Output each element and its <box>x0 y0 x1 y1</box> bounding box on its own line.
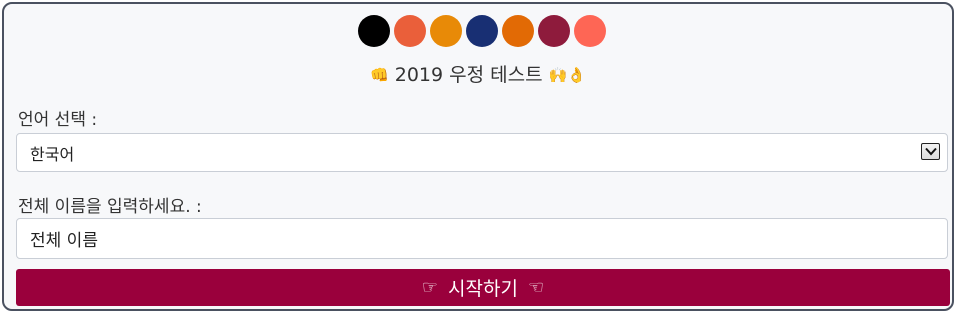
start-button[interactable]: ☞ 시작하기 ☜ <box>16 269 950 306</box>
pointing-left-icon: ☜ <box>527 277 545 298</box>
theme-color-swatch[interactable] <box>466 15 498 47</box>
language-label: 언어 선택 : <box>18 110 98 130</box>
full-name-input[interactable]: 전체 이름 <box>16 218 948 259</box>
page-title: 👊 2019 우정 테스트 🙌👌 <box>4 60 952 87</box>
theme-color-picker <box>358 15 606 47</box>
hands-ok-icon: 🙌👌 <box>548 66 586 84</box>
language-select[interactable]: 한국어 <box>16 133 948 172</box>
start-button-label: 시작하기 <box>448 278 518 300</box>
name-label: 전체 이름을 입력하세요. : <box>18 197 202 217</box>
language-selected-value: 한국어 <box>30 144 75 164</box>
title-text: 2019 우정 테스트 <box>394 64 543 86</box>
theme-color-swatch[interactable] <box>574 15 606 47</box>
theme-color-swatch[interactable] <box>502 15 534 47</box>
full-name-placeholder: 전체 이름 <box>30 231 98 251</box>
theme-color-swatch[interactable] <box>394 15 426 47</box>
pointing-right-icon: ☞ <box>421 277 439 298</box>
fist-icon: 👊 <box>370 66 389 84</box>
theme-color-swatch[interactable] <box>430 15 462 47</box>
theme-color-swatch[interactable] <box>358 15 390 47</box>
quiz-card: 👊 2019 우정 테스트 🙌👌 언어 선택 : 한국어 전체 이름을 입력하세… <box>2 2 954 311</box>
chevron-down-icon[interactable] <box>921 143 940 160</box>
theme-color-swatch[interactable] <box>538 15 570 47</box>
